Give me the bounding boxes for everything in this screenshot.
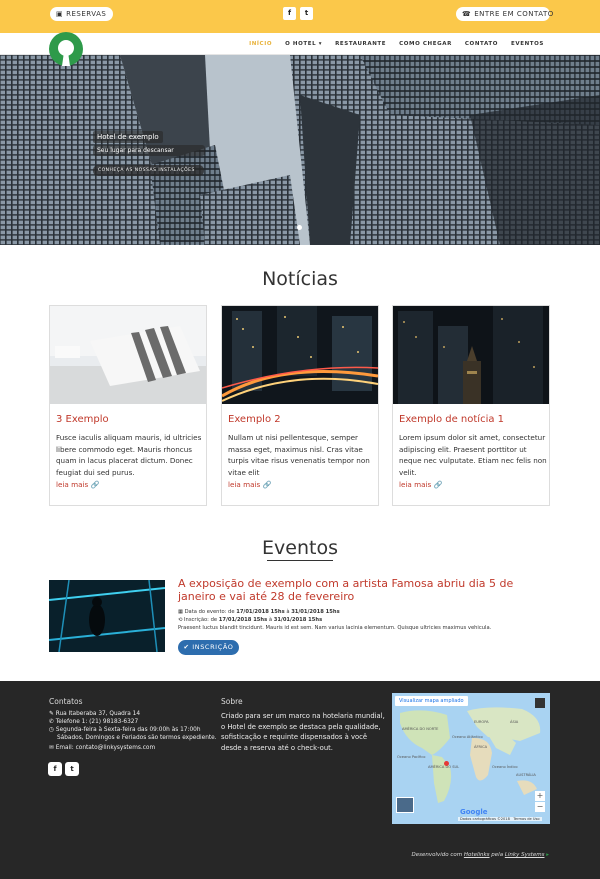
map-label: AMÉRICA DO NORTE (402, 727, 439, 731)
news-card[interactable]: Exemplo 2 Nullam ut nisi pellentesque, s… (221, 305, 379, 506)
link-icon: 🔗 (433, 479, 443, 489)
link-icon: 🔗 (262, 479, 272, 489)
fullscreen-icon[interactable] (535, 698, 545, 708)
map-label: Oceano Atlântico (452, 735, 483, 739)
map-label: AUSTRÁLIA (516, 773, 536, 777)
reservas-button[interactable]: ▣ RESERVAS (50, 7, 114, 21)
map-label: Oceano Índico (492, 765, 518, 769)
check-icon: ✔ (183, 643, 190, 651)
events-heading-underline (267, 560, 333, 561)
map-marker-icon: ✎ (49, 711, 54, 717)
map-attribution: Dados cartográficos ©2018 Termos de Uso (458, 817, 542, 821)
event-image[interactable] (49, 580, 165, 652)
satellite-toggle[interactable] (396, 797, 414, 813)
reservas-label: RESERVAS (66, 10, 107, 18)
envelope-icon: ✉ (49, 745, 54, 751)
map-label: Oceano Pacífico (397, 755, 426, 759)
link-icon: 🔗 (90, 479, 100, 489)
email-line[interactable]: ✉ Email: contato@linkysystems.com (49, 745, 155, 751)
zoom-in-button[interactable]: + (535, 791, 545, 801)
hotel-logo[interactable] (49, 32, 83, 66)
contact-label: ENTRE EM CONTATO (474, 10, 554, 18)
nav-item-eventos[interactable]: EVENTOS (511, 41, 544, 47)
nav-item-inicio[interactable]: INÍCIO (249, 41, 272, 47)
hotelinks-link[interactable]: Hotelinks (464, 852, 490, 858)
nav-item-o-hotel[interactable]: O HOTEL ▾ (285, 41, 322, 47)
news-card-body: Nullam ut nisi pellentesque, semper mass… (228, 433, 370, 489)
news-card[interactable]: Exemplo de notícia 1 Lorem ipsum dolor s… (392, 305, 550, 506)
map-label: ÁSIA (510, 720, 519, 724)
news-card-body: Lorem ipsum dolor sit amet, consectetur … (399, 433, 547, 489)
google-logo: Google (460, 808, 488, 816)
hours-line-2: Sábados, Domingos e Feriados são termos … (57, 735, 217, 741)
nav-item-como-chegar[interactable]: COMO CHEGAR (399, 41, 452, 47)
contact-button[interactable]: ☎ ENTRE EM CONTATO (456, 7, 553, 21)
hero-caption-subtitle: Seu lugar para descansar (93, 145, 205, 156)
nav-item-contato[interactable]: CONTATO (465, 41, 498, 47)
nav-item-restaurante[interactable]: RESTAURANTE (335, 41, 386, 47)
read-more-link[interactable]: leia mais 🔗 (399, 480, 443, 489)
event-title[interactable]: A exposição de exemplo com a artista Fam… (178, 577, 553, 603)
hero-buildings-image (0, 55, 600, 245)
map-terms-link[interactable]: Termos de Uso (513, 817, 539, 821)
phone-icon: ☎ (462, 10, 472, 18)
hero-carousel[interactable] (0, 55, 600, 245)
phone-icon: ✆ (49, 719, 54, 725)
about-heading: Sobre (221, 697, 243, 706)
footer-credit: Desenvolvido com Hotelinks pela Linky Sy… (411, 852, 549, 858)
read-more-link[interactable]: leia mais 🔗 (228, 480, 272, 489)
event-date: ▦ Data do evento: de 17/01/2018 15hs à 3… (178, 609, 340, 615)
about-text: Criado para ser um marco na hotelaria mu… (221, 712, 385, 752)
signin-icon: ⟲ (178, 617, 183, 623)
phone-line: ✆ Telefone 1: (21) 98183-6327 (49, 719, 139, 725)
signup-button[interactable]: ✔ INSCRIÇÃO (178, 640, 239, 655)
hero-caption-title: Hotel de exemplo (93, 131, 163, 143)
calendar-icon: ▦ (178, 609, 183, 615)
news-card[interactable]: 3 Exemplo Fusce iaculis aliquam mauris, … (49, 305, 207, 506)
view-larger-map-button[interactable]: Visualizar mapa ampliado (395, 696, 468, 706)
linky-systems-link[interactable]: Linky Systems (505, 852, 545, 858)
news-card-body: Fusce iaculis aliquam mauris, id ultrici… (56, 433, 202, 489)
hero-cta-button[interactable]: CONHEÇA AS NOSSAS INSTALAÇÕES (93, 165, 204, 176)
news-card-title[interactable]: Exemplo 2 (228, 414, 281, 425)
clock-icon: ◷ (49, 727, 55, 733)
facebook-icon[interactable]: f (48, 762, 62, 776)
twitter-icon[interactable]: t (300, 7, 313, 20)
read-more-link[interactable]: leia mais 🔗 (56, 480, 100, 489)
address-line: ✎ Rua Itaberaba 37, Quadra 14 (49, 711, 141, 717)
briefcase-icon: ▣ (56, 10, 64, 18)
nav-menu: INÍCIO O HOTEL ▾ RESTAURANTE COMO CHEGAR… (249, 33, 544, 55)
carousel-indicator[interactable] (297, 225, 302, 230)
event-signup-date: ⟲ Inscrição: de 17/01/2018 15hs à 31/01/… (178, 617, 323, 623)
twitter-icon[interactable]: t (65, 762, 79, 776)
events-heading: Eventos (262, 537, 338, 559)
map-label: EUROPA (474, 720, 489, 724)
news-card-image (50, 306, 206, 404)
hours-line: ◷ Segunda-feira à Sexta-feira das 09:00h… (49, 727, 201, 733)
facebook-icon[interactable]: f (283, 7, 296, 20)
map-marker-icon[interactable] (444, 761, 449, 766)
map-label: ÁFRICA (474, 745, 488, 749)
map-label: AMÉRICA DO SUL (428, 765, 460, 769)
news-card-image (222, 306, 378, 404)
news-card-image (393, 306, 549, 404)
google-map[interactable]: Visualizar mapa ampliado AMÉRICA DO NORT… (392, 693, 550, 824)
news-card-title[interactable]: Exemplo de notícia 1 (399, 414, 504, 425)
zoom-out-button[interactable]: − (535, 802, 545, 812)
news-heading: Notícias (262, 268, 338, 290)
contacts-heading: Contatos (49, 697, 83, 706)
event-description: Praesent luctus blandit tincidunt. Mauri… (178, 625, 492, 631)
news-card-title[interactable]: 3 Exemplo (56, 414, 109, 425)
